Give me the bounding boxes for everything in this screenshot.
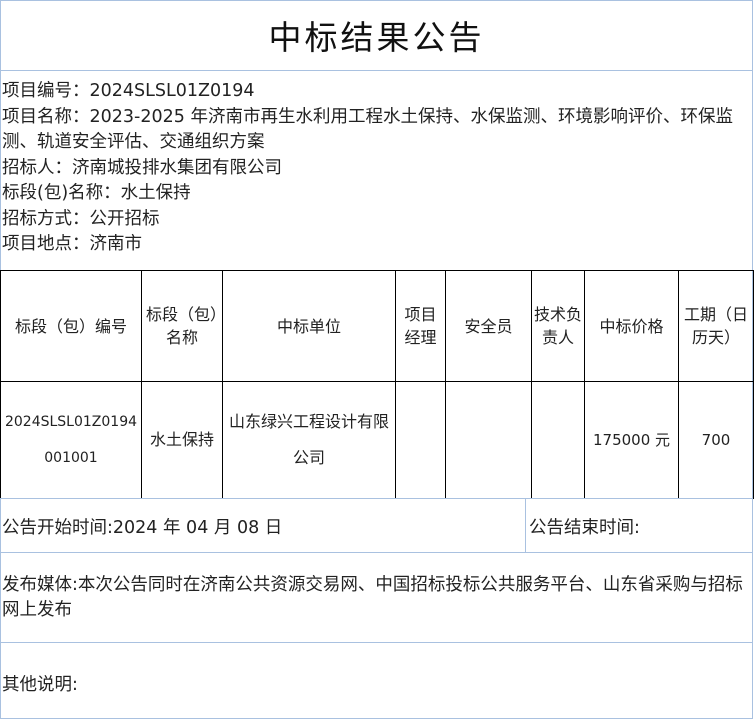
project-name: 项目名称：2023-2025 年济南市再生水利用工程水土保持、水保监测、环境影响… — [2, 106, 733, 153]
announcement-end: 公告结束时间: — [529, 518, 640, 538]
cell-winner: 山东绿兴工程设计有限公司 — [222, 381, 396, 499]
project-location: 项目地点：济南市 — [2, 234, 142, 254]
cell-safety-officer — [445, 381, 532, 499]
cell-lot-name: 水土保持 — [141, 381, 223, 499]
cell-period: 700 — [678, 381, 754, 499]
announcement-period: 公告开始时间:2024 年 04 月 08 日 公告结束时间: — [0, 498, 753, 553]
header-price: 中标价格 — [584, 270, 679, 382]
header-project-manager: 项目经理 — [395, 270, 446, 382]
award-table-header: 标段（包）编号 标段（包）名称 中标单位 项目经理 安全员 技术负责人 中标价格… — [0, 270, 754, 382]
table-row: 2024SLSL01Z0194 001001 水土保持 山东绿兴工程设计有限公司… — [0, 381, 754, 499]
cell-lot-no: 2024SLSL01Z0194 001001 — [0, 381, 142, 499]
date-divider — [525, 499, 526, 552]
header-period: 工期（日历天） — [678, 270, 754, 382]
header-lot-no: 标段（包）编号 — [0, 270, 142, 382]
header-safety-officer: 安全员 — [445, 270, 532, 382]
section-divider — [0, 642, 753, 643]
notice-title: 中标结果公告 — [0, 0, 753, 71]
lot-no-line1: 2024SLSL01Z0194 — [4, 414, 138, 430]
project-info: 项目编号：2024SLSL01Z0194 项目名称：2023-2025 年济南市… — [2, 79, 752, 258]
project-number: 项目编号：2024SLSL01Z0194 — [2, 81, 255, 101]
lot-name: 标段(包)名称：水土保持 — [2, 183, 191, 203]
header-winner: 中标单位 — [222, 270, 396, 382]
bid-result-notice: 中标结果公告 项目编号：2024SLSL01Z0194 项目名称：2023-20… — [0, 0, 755, 719]
cell-project-manager — [395, 381, 446, 499]
award-table: 标段（包）编号 标段（包）名称 中标单位 项目经理 安全员 技术负责人 中标价格… — [0, 270, 754, 499]
tenderer: 招标人：济南城投排水集团有限公司 — [2, 157, 282, 178]
publish-media: 发布媒体:本次公告同时在济南公共资源交易网、中国招标投标公共服务平台、山东省采购… — [2, 575, 743, 620]
other-notes: 其他说明: — [2, 675, 78, 695]
cell-tech-lead — [531, 381, 585, 499]
cell-price: 175000 元 — [584, 381, 679, 499]
header-lot-name: 标段（包）名称 — [141, 270, 223, 382]
announcement-start: 公告开始时间:2024 年 04 月 08 日 — [2, 518, 283, 538]
lot-no-line2: 001001 — [44, 450, 98, 466]
tender-method: 招标方式：公开招标 — [2, 208, 160, 229]
header-tech-lead: 技术负责人 — [531, 270, 585, 382]
